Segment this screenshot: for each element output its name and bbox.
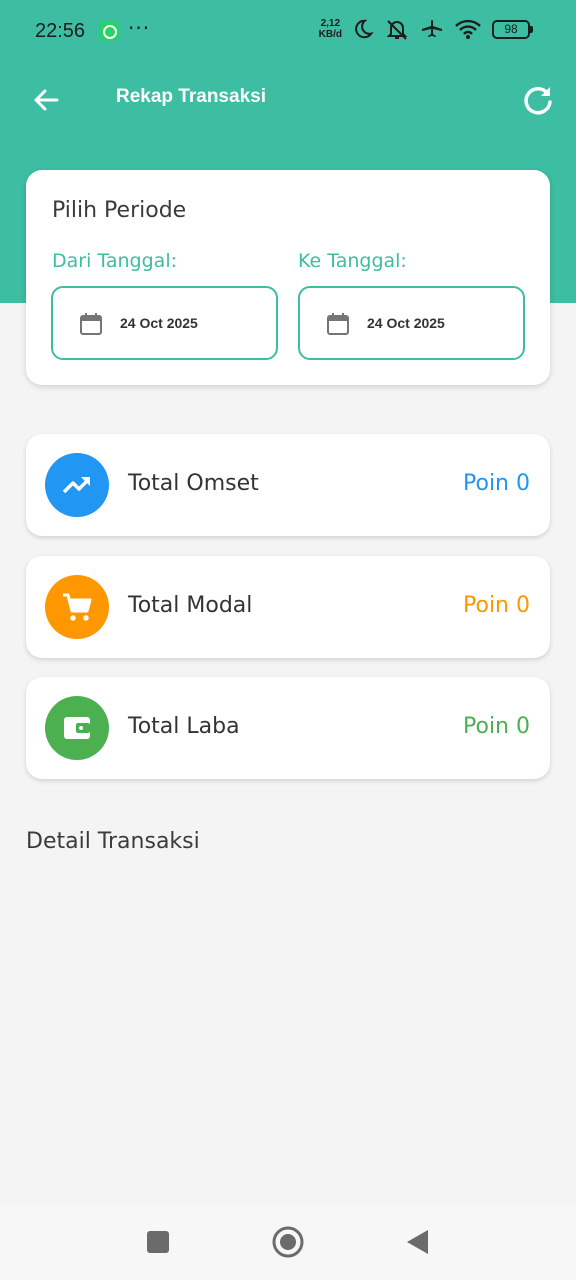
from-date-field[interactable]: 24 Oct 2025 <box>51 286 278 360</box>
whatsapp-notification-icon <box>99 21 119 41</box>
from-date-label: Dari Tanggal: <box>52 250 177 272</box>
total-laba-label: Total Laba <box>128 714 240 739</box>
recents-square-icon[interactable] <box>140 1224 176 1260</box>
period-title: Pilih Periode <box>52 198 187 223</box>
total-laba-value: Poin 0 <box>463 714 530 739</box>
total-omset-card: Total Omset Poin 0 <box>26 434 550 536</box>
network-speed: 2,12 KB/d <box>318 18 342 40</box>
moon-icon <box>355 19 374 39</box>
battery-indicator: 98 <box>492 19 533 39</box>
refresh-icon[interactable] <box>520 82 556 118</box>
silent-bell-icon <box>386 20 408 40</box>
calendar-icon <box>80 313 102 335</box>
total-omset-label: Total Omset <box>128 471 259 496</box>
from-date-value: 24 Oct 2025 <box>120 315 198 331</box>
airplane-icon <box>422 20 442 37</box>
total-laba-card: Total Laba Poin 0 <box>26 677 550 779</box>
to-date-field[interactable]: 24 Oct 2025 <box>298 286 525 360</box>
status-bar: 22:56 ··· 2,12 KB/d 98 <box>0 0 576 62</box>
wifi-icon <box>455 19 481 39</box>
status-time: 22:56 <box>35 20 86 42</box>
back-triangle-icon[interactable] <box>400 1224 436 1260</box>
trending-up-icon <box>45 453 109 517</box>
total-modal-label: Total Modal <box>128 593 253 618</box>
system-navigation-bar <box>0 1204 576 1280</box>
detail-transaksi-title: Detail Transaksi <box>26 829 200 854</box>
arrow-left-icon[interactable] <box>30 84 62 116</box>
to-date-value: 24 Oct 2025 <box>367 315 445 331</box>
more-notifications-icon: ··· <box>128 16 151 40</box>
to-date-label: Ke Tanggal: <box>298 250 407 272</box>
home-circle-icon[interactable] <box>270 1224 306 1260</box>
total-modal-value: Poin 0 <box>463 593 530 618</box>
page-title: Rekap Transaksi <box>116 86 266 107</box>
wallet-icon <box>45 696 109 760</box>
total-omset-value: Poin 0 <box>463 471 530 496</box>
cart-icon <box>45 575 109 639</box>
period-card: Pilih Periode Dari Tanggal: Ke Tanggal: … <box>26 170 550 385</box>
calendar-icon <box>327 313 349 335</box>
total-modal-card: Total Modal Poin 0 <box>26 556 550 658</box>
